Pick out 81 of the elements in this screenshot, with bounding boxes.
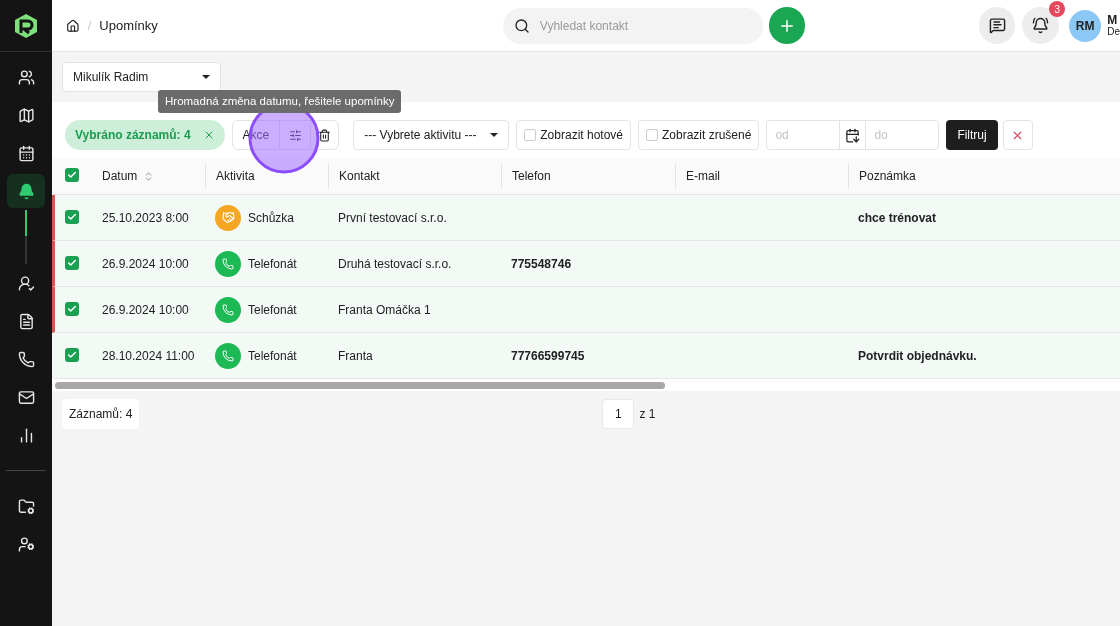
- date-from-field[interactable]: od: [767, 126, 840, 144]
- bell-icon-glyph: [17, 182, 35, 200]
- column-header[interactable]: Datum: [102, 167, 138, 185]
- column-header[interactable]: Poznámka: [859, 167, 916, 185]
- date-range-icon: [845, 127, 861, 143]
- checkbox[interactable]: [65, 209, 79, 224]
- search-field[interactable]: Vyhledat kontakt: [502, 7, 763, 44]
- user-avatar[interactable]: RM: [1069, 9, 1102, 42]
- checkbox[interactable]: [65, 347, 79, 362]
- add-button[interactable]: [768, 7, 805, 44]
- contacts-icon-glyph: [17, 68, 35, 86]
- search-icon: [513, 17, 530, 34]
- messages-button[interactable]: [978, 7, 1016, 44]
- table-cell: Franta: [338, 348, 373, 363]
- page-number[interactable]: 1: [602, 399, 635, 429]
- search-input[interactable]: Vyhledat kontakt: [539, 16, 730, 35]
- phone-icon-glyph: [17, 350, 35, 368]
- show-cancelled-checkbox[interactable]: Zobrazit zrušené: [638, 120, 760, 150]
- table-cell: 28.10.2024 11:00: [102, 348, 195, 363]
- document-icon-glyph: [17, 312, 35, 330]
- calendar-icon-glyph: [17, 144, 35, 162]
- check-icon: [67, 211, 77, 222]
- table-row[interactable]: 25.10.2023 8:00 Schůzka První testovací s.r.o. chce trénovat: [52, 195, 1120, 241]
- column-header[interactable]: Kontakt: [339, 167, 380, 185]
- table-row[interactable]: 28.10.2024 11:00 Telefonát Franta 77766599745 Potvrdit objednávku.: [52, 333, 1120, 379]
- page-total: z 1: [639, 406, 656, 423]
- show-done-checkbox[interactable]: Zobrazit hotové: [516, 120, 631, 150]
- notifications-button[interactable]: [1022, 7, 1060, 44]
- solver-select[interactable]: Mikulík Radim: [62, 62, 221, 92]
- filter-button[interactable]: Filtruj: [946, 120, 998, 150]
- phone-glyph-icon: [222, 257, 234, 270]
- bell-icon: [1032, 17, 1050, 34]
- home-icon[interactable]: [66, 18, 80, 33]
- table-row[interactable]: 26.9.2024 10:00 Telefonát Franta Omáčka 1: [52, 287, 1120, 333]
- folder-settings-icon-glyph: [17, 497, 35, 515]
- table-cell-text: Schůzka: [248, 209, 295, 227]
- breadcrumb-current: Upomínky: [99, 16, 158, 35]
- table-cell: 775548746: [511, 256, 572, 271]
- mail-icon-glyph: [17, 388, 35, 406]
- check-icon: [67, 303, 77, 314]
- user-name: M: [1107, 13, 1119, 26]
- sliders-icon: [288, 128, 302, 142]
- table-row[interactable]: 26.9.2024 10:00 Telefonát Druhá testovací s.r.o. 775548746: [52, 241, 1120, 287]
- table-cell: Potvrdit objednávku.: [858, 348, 977, 363]
- table-cell: Druhá testovací s.r.o.: [338, 256, 452, 271]
- map-icon-glyph: [17, 106, 35, 124]
- table-cell-text: Telefonát: [248, 301, 297, 319]
- user-role: De: [1107, 25, 1120, 38]
- bell-icon[interactable]: [7, 174, 45, 208]
- table-cell: 25.10.2023 8:00: [102, 210, 189, 225]
- column-header[interactable]: Telefon: [512, 167, 551, 185]
- checkbox[interactable]: [65, 255, 79, 270]
- records-count: Záznamů: 4: [62, 399, 140, 429]
- table-cell: Franta Omáčka 1: [338, 302, 431, 317]
- phone-glyph-icon: [222, 349, 234, 362]
- table-cell: 26.9.2024 10:00: [102, 256, 189, 271]
- trash-icon: [318, 128, 332, 142]
- phone-glyph-icon: [222, 303, 234, 316]
- user-settings-icon-glyph: [17, 535, 35, 553]
- table-cell: 77766599745: [511, 348, 585, 363]
- column-header[interactable]: E-mail: [686, 167, 720, 185]
- check-icon: [67, 170, 77, 180]
- handshake-glyph-icon: [221, 211, 235, 224]
- breadcrumb-separator: /: [87, 16, 92, 35]
- checkbox[interactable]: [65, 301, 79, 316]
- table-cell-text: Telefonát: [248, 255, 297, 273]
- table-cell: chce trénovat: [858, 210, 937, 225]
- table-cell: První testovací s.r.o.: [338, 210, 447, 225]
- tooltip: Hromadná změna datumu, řešitele upomínky: [158, 90, 402, 113]
- notification-badge: 3: [1049, 1, 1066, 17]
- check-icon: [67, 349, 77, 360]
- column-header[interactable]: Aktivita: [216, 167, 255, 185]
- activity-select[interactable]: --- Vybrete aktivitu ---: [353, 120, 510, 150]
- logo-icon: [14, 12, 38, 39]
- message-icon: [988, 17, 1006, 34]
- table-cell: 26.9.2024 10:00: [102, 302, 189, 317]
- checkbox[interactable]: [65, 168, 79, 182]
- date-to-field[interactable]: do: [866, 126, 939, 144]
- table-cell-text: Telefonát: [248, 347, 297, 365]
- scrollbar[interactable]: [55, 381, 665, 389]
- check-icon: [67, 257, 77, 268]
